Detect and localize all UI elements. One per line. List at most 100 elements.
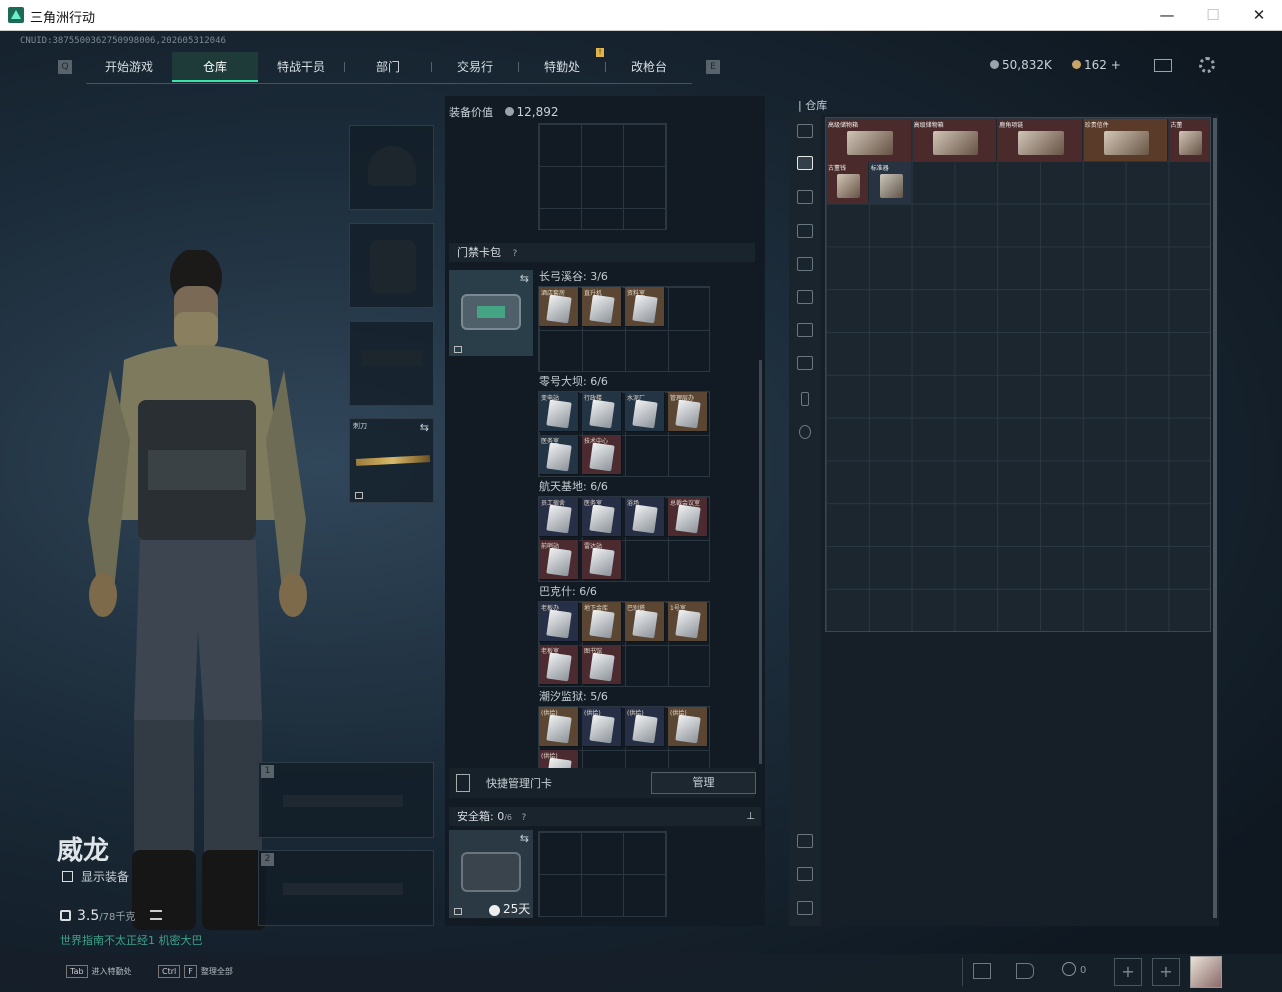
warehouse-item[interactable]: 高级储物箱 [912, 119, 997, 161]
keycard-item[interactable]: 员工宿舍 [539, 497, 579, 537]
keycard-item[interactable]: 酒店套房 [539, 287, 579, 327]
warehouse-item[interactable]: 古董 [1169, 119, 1211, 161]
enter-special-ops-hint[interactable]: Tab 进入特勤处 [66, 965, 132, 978]
warehouse-item[interactable]: 高级储物箱 [827, 119, 911, 161]
helmet-slot[interactable] [349, 125, 434, 210]
warehouse-settings-icon[interactable] [799, 425, 811, 439]
keycard-item[interactable]: (供给) [625, 707, 665, 747]
warehouse-tab-1-icon[interactable] [797, 156, 813, 170]
keycard-item[interactable]: 巴别塔 [625, 602, 665, 642]
warehouse-sort-icon[interactable] [797, 901, 813, 915]
keycard-item[interactable]: 医务室 [582, 497, 622, 537]
rifle-icon [283, 883, 403, 895]
warehouse-item[interactable]: 古董钱 [827, 161, 868, 204]
maximize-button[interactable]: ☐ [1190, 0, 1236, 31]
tab-warehouse[interactable]: 仓库 [172, 52, 258, 82]
flag-icon[interactable] [1016, 963, 1034, 979]
tab-gunsmith[interactable]: 改枪台 [606, 52, 692, 82]
keycard-item[interactable]: (供给) [539, 707, 579, 747]
keycard-item[interactable]: 行政楼 [582, 392, 622, 432]
warehouse-tab-2-icon[interactable] [797, 190, 813, 204]
friends-indicator[interactable]: 0 [1062, 962, 1086, 976]
keycard-item[interactable]: 总裁会议室 [668, 497, 708, 537]
add-teammate-button[interactable]: + [1114, 958, 1142, 986]
keycard-item[interactable]: 雷达站 [582, 540, 622, 580]
keycard-item[interactable]: 技术中心 [582, 435, 622, 475]
minimize-button[interactable]: — [1144, 0, 1190, 31]
nav-prev-key[interactable]: Q [58, 60, 72, 74]
warehouse-item[interactable]: 珍贵信件 [1083, 119, 1168, 161]
warehouse-item[interactable]: 标准器 [869, 161, 911, 204]
warehouse-tab-6-icon[interactable] [797, 323, 813, 337]
tab-start-game[interactable]: 开始游戏 [86, 52, 172, 82]
keycard-item[interactable]: 前哨站 [539, 540, 579, 580]
swap-icon[interactable]: ⇆ [420, 421, 429, 434]
tab-trade[interactable]: 交易行 [432, 52, 518, 82]
hafcoin-balance[interactable]: 50,832K [990, 58, 1052, 72]
warehouse-tab-5-icon[interactable] [797, 290, 813, 304]
keycard-item[interactable]: 1号室 [668, 602, 708, 642]
keycard-item[interactable]: 医务室 [539, 435, 579, 475]
pin-icon[interactable]: ⊥ [746, 807, 755, 826]
keycard-scrollbar[interactable] [759, 360, 762, 764]
player-avatar[interactable] [1190, 956, 1222, 988]
show-equipment-toggle[interactable]: 显示装备 [62, 868, 129, 885]
keycard-icon [632, 714, 658, 744]
show-equipment-checkbox[interactable] [62, 871, 73, 882]
settings-gear-icon[interactable] [1199, 57, 1215, 73]
warehouse-lock-icon[interactable] [801, 392, 809, 406]
warehouse-layers-icon[interactable] [797, 867, 813, 881]
help-icon[interactable]: ? [513, 249, 518, 259]
keycard-item[interactable]: 老板室 [539, 645, 579, 685]
list-icon[interactable] [149, 910, 162, 920]
warehouse-item[interactable]: 鹿角项链 [998, 119, 1082, 161]
keycard-icon [632, 294, 658, 324]
keycard-item[interactable]: 直升机 [582, 287, 622, 327]
help-icon[interactable]: ? [522, 813, 527, 823]
close-button[interactable]: ✕ [1236, 0, 1282, 31]
keycard-item[interactable]: 地下金库 [582, 602, 622, 642]
keycard-case-slot[interactable]: ⇆ [449, 270, 533, 356]
warehouse-tab-4-icon[interactable] [797, 257, 813, 271]
nav-next-key[interactable]: E [706, 60, 720, 74]
add-coupon-button[interactable]: + [1111, 58, 1121, 72]
swap-icon[interactable]: ⇆ [520, 272, 529, 285]
mail-icon[interactable] [1154, 59, 1172, 72]
backpack-grid[interactable] [538, 123, 667, 230]
keycard-item[interactable]: 老板办 [539, 602, 579, 642]
weapon-slot-1[interactable]: 1 [258, 762, 434, 838]
safebox-slot[interactable]: ⇆ 25天 [449, 830, 533, 918]
stats-chart-icon[interactable] [973, 963, 991, 979]
tab-department[interactable]: 部门 [345, 52, 431, 82]
keycard-item[interactable]: 浴场 [625, 497, 665, 537]
manage-button[interactable]: 管理 [651, 772, 756, 794]
safebox-case-icon [461, 852, 521, 892]
keycard-item[interactable]: (供给) [582, 707, 622, 747]
tab-operators[interactable]: 特战干员 [258, 52, 344, 82]
add-teammate-button[interactable]: + [1152, 958, 1180, 986]
warehouse-item-label: 古董钱 [828, 164, 847, 172]
swap-icon[interactable]: ⇆ [520, 832, 529, 845]
warehouse-item-label: 珍贵信件 [1084, 122, 1109, 129]
keycard-item[interactable]: (供给) [668, 707, 708, 747]
warehouse-scrollbar[interactable] [1213, 118, 1217, 918]
keycard-icon [546, 399, 572, 429]
warehouse-all-icon[interactable] [797, 124, 813, 138]
keycard-item[interactable]: 图书馆 [582, 645, 622, 685]
sort-all-hint[interactable]: Ctrl F 整理全部 [158, 965, 233, 978]
keycard-item[interactable]: 水泥厂 [625, 392, 665, 432]
weapon-slot-2[interactable]: 2 [258, 850, 434, 926]
warehouse-tab-3-icon[interactable] [797, 224, 813, 238]
pistol-slot[interactable] [349, 321, 434, 406]
keycard-item[interactable]: 管理层办 [668, 392, 708, 432]
armor-slot[interactable] [349, 223, 434, 308]
tab-special-ops[interactable]: 特勤处 [519, 52, 605, 82]
warehouse-filter-icon[interactable] [797, 834, 813, 848]
keycard-section-title: 门禁卡包 [457, 246, 501, 259]
keycard-item[interactable]: 资料室 [625, 287, 665, 327]
keycard-item[interactable]: 变电站 [539, 392, 579, 432]
safebox-grid[interactable] [538, 831, 667, 917]
coupon-balance[interactable]: 162 + [1072, 58, 1121, 72]
warehouse-tab-7-icon[interactable] [797, 356, 813, 370]
melee-slot[interactable]: 刺刀 ⇆ [349, 418, 434, 503]
